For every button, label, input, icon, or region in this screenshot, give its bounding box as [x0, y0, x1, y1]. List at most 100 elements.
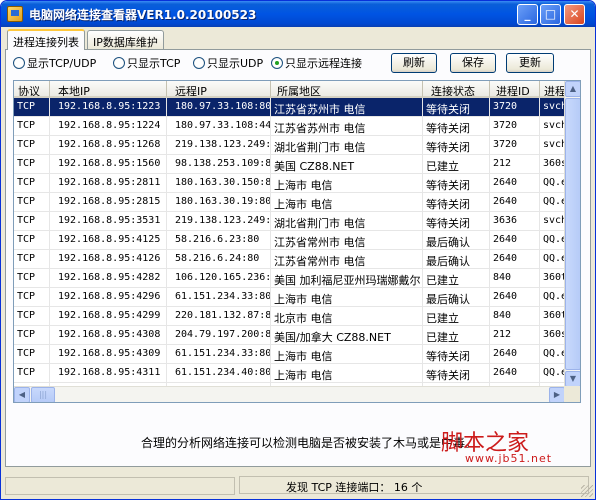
table-row[interactable]: TCP 192.168.8.95:4311 61.151.234.40:80 上海市 … [14, 364, 565, 383]
cell-status: 已建立 [423, 326, 490, 345]
cell-status: 等待关闭 [423, 364, 490, 383]
scroll-left-icon[interactable]: ◀ [14, 387, 30, 402]
table-row[interactable]: TCP 192.168.8.95:1560 98.138.253.109:80 美国 … [14, 155, 565, 174]
cell-region: 美国/加拿大 CZ88.NET [271, 326, 423, 345]
cell-protocol: TCP [14, 174, 50, 193]
cell-region: 上海市 电信 [271, 345, 423, 364]
watermark-url: www.jb51.net [465, 452, 553, 465]
app-window: 电脑网络连接查看器VER1.0.20100523 _ □ ✕ 进程连接列表 IP… [0, 0, 596, 500]
cell-process: QQ.ex [540, 364, 565, 383]
table-row[interactable]: TCP 192.168.8.95:1224 180.97.33.108:443 江苏省… [14, 117, 565, 136]
scroll-up-icon[interactable]: ▲ [565, 81, 580, 97]
cell-process: QQ.ex [540, 174, 565, 193]
cell-protocol: TCP [14, 98, 50, 117]
tab-ip-database[interactable]: IP数据库维护 [87, 30, 164, 49]
cell-pid: 840 [490, 269, 540, 288]
refresh-button[interactable]: 刷新 [391, 53, 437, 73]
cell-local-ip: 192.168.8.95:1560 [50, 155, 167, 174]
scroll-right-icon[interactable]: ▶ [549, 387, 565, 402]
cell-pid: 2640 [490, 345, 540, 364]
filter-remote-only-radio[interactable]: 只显示远程连接 [271, 55, 362, 71]
cell-status: 等待关闭 [423, 174, 490, 193]
cell-status: 等待关闭 [423, 345, 490, 364]
column-header-status[interactable]: 连接状态 [423, 81, 490, 98]
cell-protocol: TCP [14, 136, 50, 155]
close-button[interactable]: ✕ [564, 4, 585, 25]
cell-status: 已建立 [423, 269, 490, 288]
cell-status: 等待关闭 [423, 193, 490, 212]
horizontal-scroll-thumb[interactable]: ||| [31, 387, 55, 402]
table-row[interactable]: TCP192.168.8.95:3531219.138.123.249:80湖北… [14, 212, 565, 231]
cell-status: 等待关闭 [423, 117, 490, 136]
cell-local-ip: 192.168.8.95:4311 [50, 364, 167, 383]
table-row[interactable]: TCP 192.168.8.95:1223 180.97.33.108:80 江苏省苏… [14, 98, 565, 117]
table-row[interactable]: TCP 192.168.8.95:4308 204.79.197.200:80 美国/… [14, 326, 565, 345]
cell-local-ip: 192.168.8.95:1268 [50, 136, 167, 155]
table-row[interactable]: TCP192.168.8.95:4282106.120.165.236:80美国… [14, 269, 565, 288]
table-row[interactable]: TCP 192.168.8.95:4296 61.151.234.33:80 上海市 … [14, 288, 565, 307]
table-row[interactable]: TCP192.168.8.95:1268219.138.123.249:80湖北… [14, 136, 565, 155]
table-row[interactable]: TCP 192.168.8.95:2811 180.163.30.150:80 上海市… [14, 174, 565, 193]
cell-protocol: TCP [14, 307, 50, 326]
radio-icon [113, 57, 125, 69]
cell-protocol: TCP [14, 345, 50, 364]
cell-process: QQ.ex [540, 250, 565, 269]
column-header-region[interactable]: 所属地区 [271, 81, 423, 98]
filter-udp-only-radio[interactable]: 只显示UDP [193, 55, 263, 71]
radio-checked-icon [271, 57, 283, 69]
cell-region: 上海市 电信 [271, 364, 423, 383]
column-header-remote-ip[interactable]: 远程IP [167, 81, 271, 98]
cell-process: QQ.ex [540, 231, 565, 250]
cell-local-ip: 192.168.8.95:4309 [50, 345, 167, 364]
cell-protocol: TCP [14, 231, 50, 250]
cell-status: 最后确认 [423, 250, 490, 269]
cell-local-ip: 192.168.8.95:4308 [50, 326, 167, 345]
cell-region: 江苏省常州市 电信 [271, 231, 423, 250]
table-row[interactable]: TCP 192.168.8.95:4299 220.181.132.87:80 北京市… [14, 307, 565, 326]
cell-status: 最后确认 [423, 288, 490, 307]
cell-protocol: TCP [14, 250, 50, 269]
radio-icon [13, 57, 25, 69]
scroll-down-icon[interactable]: ▼ [565, 371, 580, 387]
save-button[interactable]: 保存 [450, 53, 496, 73]
cell-remote-ip: 180.163.30.19:80 [167, 193, 271, 212]
status-text: 发现 TCP 连接端口： 16 个 [239, 476, 589, 494]
cell-region: 江苏省苏州市 电信 [271, 98, 423, 117]
cell-process: 360se [540, 155, 565, 174]
filter-tcp-udp-radio[interactable]: 显示TCP/UDP [13, 55, 96, 71]
table-row[interactable]: TCP 192.168.8.95:2815 180.163.30.19:80 上海市 … [14, 193, 565, 212]
cell-process: 360se [540, 326, 565, 345]
update-button[interactable]: 更新 [506, 53, 554, 73]
cell-pid: 212 [490, 155, 540, 174]
horizontal-scrollbar[interactable]: ◀ ||| ▶ [14, 386, 565, 402]
column-header-protocol[interactable]: 协议 [14, 81, 50, 98]
maximize-button[interactable]: □ [540, 4, 561, 25]
filter-tcp-only-radio[interactable]: 只显示TCP [113, 55, 180, 71]
vertical-scroll-thumb[interactable] [565, 98, 580, 370]
table-header: 协议 本地IP 远程IP 所属地区 连接状态 进程ID 进程 [14, 81, 580, 98]
cell-remote-ip: 180.97.33.108:80 [167, 98, 271, 117]
cell-protocol: TCP [14, 212, 50, 231]
cell-protocol: TCP [14, 155, 50, 174]
cell-protocol: TCP [14, 326, 50, 345]
cell-remote-ip: 220.181.132.87:80 [167, 307, 271, 326]
cell-local-ip: 192.168.8.95:4299 [50, 307, 167, 326]
cell-local-ip: 192.168.8.95:1223 [50, 98, 167, 117]
minimize-button[interactable]: _ [517, 4, 538, 25]
resize-grip-icon[interactable] [581, 485, 593, 497]
table-row[interactable]: TCP 192.168.8.95:4125 58.216.6.23:80 江苏省常州市… [14, 231, 565, 250]
cell-remote-ip: 219.138.123.249:80 [167, 136, 271, 155]
cell-pid: 2640 [490, 174, 540, 193]
column-header-local-ip[interactable]: 本地IP [50, 81, 167, 98]
column-header-pid[interactable]: 进程ID [490, 81, 540, 98]
cell-pid: 3636 [490, 212, 540, 231]
title-bar[interactable]: 电脑网络连接查看器VER1.0.20100523 _ □ ✕ [1, 1, 595, 27]
cell-status: 等待关闭 [423, 98, 490, 117]
tab-connection-list[interactable]: 进程连接列表 [7, 29, 85, 50]
connection-table[interactable]: 协议 本地IP 远程IP 所属地区 连接状态 进程ID 进程 TCP 192.16… [13, 80, 581, 403]
cell-region: 湖北省荆门市 电信 [271, 212, 423, 231]
table-row[interactable]: TCP 192.168.8.95:4309 61.151.234.33:80 上海市 … [14, 345, 565, 364]
cell-local-ip: 192.168.8.95:4126 [50, 250, 167, 269]
table-row[interactable]: TCP 192.168.8.95:4126 58.216.6.24:80 江苏省常州市… [14, 250, 565, 269]
vertical-scrollbar[interactable]: ▲ ▼ [564, 81, 580, 387]
